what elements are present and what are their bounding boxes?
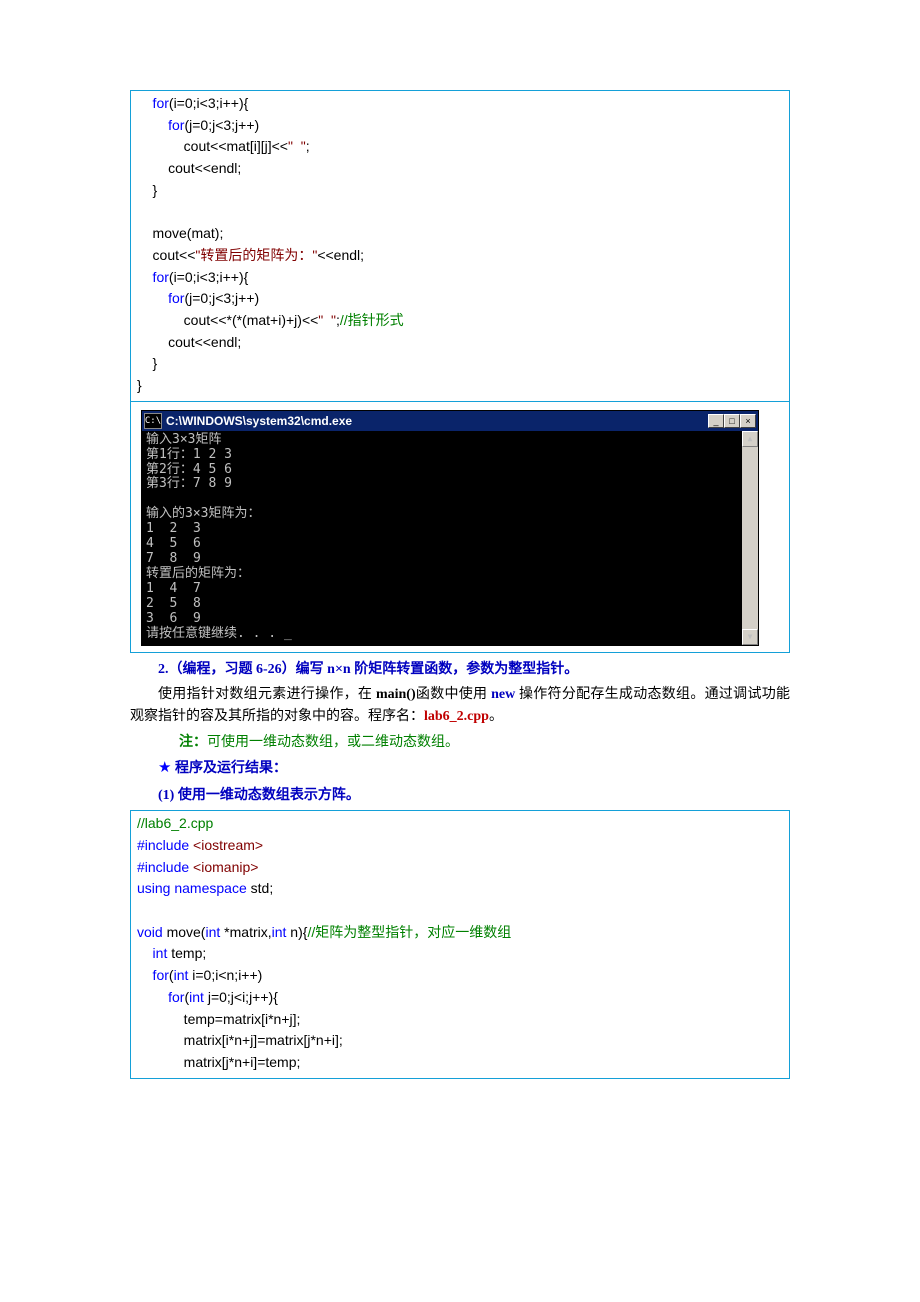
text: 函数中使用	[416, 687, 491, 702]
keyword: int	[137, 945, 167, 961]
code-text: cout<<*(*(mat+i)+j)<<	[137, 312, 318, 328]
results-heading: ★ 程序及运行结果：	[130, 757, 790, 780]
exercise-title: 2.（编程，习题 6-26）编写 n×n 阶矩阵转置函数，参数为整型指针。	[158, 662, 578, 677]
keyword: for	[137, 117, 184, 133]
page-content: for(i=0;i<3;i++){ for(j=0;j<3;j++) cout<…	[0, 0, 920, 1302]
code-text: cout<<endl;	[137, 334, 241, 350]
keyword: int	[189, 989, 204, 1005]
code-text: (j=0;j<3;j++)	[184, 290, 259, 306]
keyword: int	[174, 967, 189, 983]
keyword: for	[137, 95, 169, 111]
keyword: for	[137, 290, 184, 306]
note-label: 注：	[179, 735, 207, 750]
maximize-button[interactable]: □	[724, 414, 740, 428]
code-box-1: for(i=0;i<3;i++){ for(j=0;j<3;j++) cout<…	[130, 90, 790, 653]
bold-text: main()	[376, 687, 416, 702]
keyword: for	[137, 967, 169, 983]
minimize-button[interactable]: _	[708, 414, 724, 428]
cmd-icon: C:\	[144, 413, 162, 429]
text: 。	[489, 709, 503, 724]
titlebar: C:\ C:\WINDOWS\system32\cmd.exe _ □ ×	[142, 411, 758, 431]
code-text: *matrix,	[220, 924, 271, 940]
code-block-1: for(i=0;i<3;i++){ for(j=0;j<3;j++) cout<…	[131, 91, 789, 401]
code-text: ;	[306, 138, 310, 154]
code-text: cout<<mat[i][j]<<	[137, 138, 288, 154]
filename: lab6_2.cpp	[424, 709, 489, 724]
code-text: std;	[247, 880, 273, 896]
cmd-window: C:\ C:\WINDOWS\system32\cmd.exe _ □ × 输入…	[141, 410, 759, 646]
string-literal: "转置后的矩阵为："	[195, 247, 317, 263]
scrollbar[interactable]: ▲▼	[742, 431, 758, 645]
code-text: j=0;j<i;j++){	[204, 989, 278, 1005]
code-text: i=0;i<n;i++)	[188, 967, 262, 983]
comment: //指针形式	[340, 312, 404, 328]
code-text: move(	[163, 924, 206, 940]
code-block-2: //lab6_2.cpp #include <iostream> #includ…	[131, 811, 789, 1077]
scroll-down-icon[interactable]: ▼	[742, 629, 758, 645]
string-literal: " "	[318, 312, 336, 328]
code-text: move(mat);	[137, 225, 223, 241]
comment: //矩阵为整型指针，对应一维数组	[307, 924, 511, 940]
code-text: }	[137, 182, 157, 198]
include-path: <iostream>	[189, 837, 263, 853]
code-text: n){	[286, 924, 307, 940]
code-text: (j=0;j<3;j++)	[184, 117, 259, 133]
window-title: C:\WINDOWS\system32\cmd.exe	[166, 411, 708, 431]
keyword: void	[137, 924, 163, 940]
note-text: 可使用一维动态数组，或二维动态数组。	[207, 735, 459, 750]
code-text: matrix[i*n+j]=matrix[j*n+i];	[137, 1032, 343, 1048]
window-buttons: _ □ ×	[708, 414, 758, 428]
code-text: cout<<endl;	[137, 160, 241, 176]
close-button[interactable]: ×	[740, 414, 756, 428]
star-icon: ★	[158, 760, 171, 776]
preproc: #include	[137, 859, 189, 875]
comment: //lab6_2.cpp	[137, 815, 213, 831]
keyword: using namespace	[137, 880, 247, 896]
code-text: <<endl;	[317, 247, 364, 263]
text: 使用指针对数组元素进行操作，在	[158, 687, 376, 702]
result-heading-text: 程序及运行结果：	[171, 761, 287, 776]
sub-heading-text: (1) 使用一维动态数组表示方阵。	[158, 788, 360, 803]
include-path: <iomanip>	[189, 859, 258, 875]
code-text: temp;	[167, 945, 206, 961]
code-text: (i=0;i<3;i++){	[169, 269, 248, 285]
sub-heading: (1) 使用一维动态数组表示方阵。	[130, 785, 790, 807]
code-text: matrix[j*n+i]=temp;	[137, 1054, 300, 1070]
code-text: temp=matrix[i*n+j];	[137, 1011, 300, 1027]
keyword: int	[272, 924, 287, 940]
string-literal: " "	[288, 138, 306, 154]
code-text: cout<<	[137, 247, 195, 263]
console-screenshot-area: C:\ C:\WINDOWS\system32\cmd.exe _ □ × 输入…	[131, 401, 789, 652]
bold-text: new	[491, 687, 519, 702]
code-text: }	[137, 355, 157, 371]
scroll-up-icon[interactable]: ▲	[742, 431, 758, 447]
console-output: 输入3×3矩阵 第1行：1 2 3 第2行：4 5 6 第3行：7 8 9 输入…	[142, 431, 758, 645]
code-text: }	[137, 377, 142, 393]
exercise-paragraph: 使用指针对数组元素进行操作，在 main()函数中使用 new 操作符分配存生成…	[130, 684, 790, 727]
exercise-heading: 2.（编程，习题 6-26）编写 n×n 阶矩阵转置函数，参数为整型指针。	[130, 659, 790, 681]
keyword: for	[137, 989, 184, 1005]
console-text: 输入3×3矩阵 第1行：1 2 3 第2行：4 5 6 第3行：7 8 9 输入…	[146, 432, 292, 641]
code-text: (i=0;i<3;i++){	[169, 95, 248, 111]
keyword: for	[137, 269, 169, 285]
note-line: 注：可使用一维动态数组，或二维动态数组。	[130, 732, 790, 754]
preproc: #include	[137, 837, 189, 853]
keyword: int	[205, 924, 220, 940]
code-box-2: //lab6_2.cpp #include <iostream> #includ…	[130, 810, 790, 1078]
